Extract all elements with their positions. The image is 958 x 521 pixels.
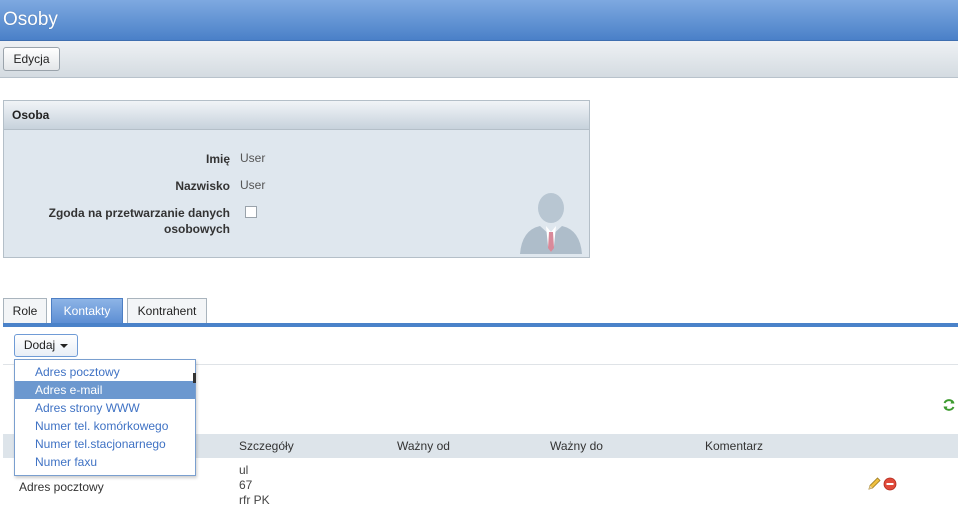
page-title: Osoby <box>3 9 58 30</box>
column-header-valid-to[interactable]: Ważny do <box>550 439 603 453</box>
tab-role[interactable]: Role <box>3 298 47 324</box>
contact-type-cell: Adres pocztowy <box>19 480 104 494</box>
first-name-label: Imię <box>205 152 230 166</box>
pencil-edit-icon[interactable] <box>867 477 881 491</box>
consent-label-line2: osobowych <box>163 222 230 236</box>
toolbar: Edycja <box>0 41 958 78</box>
person-panel: Osoba Imię User Nazwisko User Zgoda na p… <box>3 100 590 258</box>
refresh-icon[interactable] <box>942 398 956 412</box>
tab-contractor[interactable]: Kontrahent <box>127 298 207 324</box>
menu-item-landline-phone[interactable]: Numer tel.stacjonarnego <box>15 435 195 453</box>
consent-checkbox[interactable] <box>245 206 257 218</box>
last-name-value: User <box>240 178 266 192</box>
title-bar: Osoby <box>0 0 958 41</box>
tabs-divider <box>3 323 958 327</box>
menu-item-email-address[interactable]: Adres e-mail <box>15 381 195 399</box>
edit-button[interactable]: Edycja <box>3 47 60 71</box>
consent-label: Zgoda na przetwarzanie danych osobowych <box>4 205 230 237</box>
add-contact-menu: Adres pocztowy Adres e-mail Adres strony… <box>14 359 196 476</box>
column-header-comment[interactable]: Komentarz <box>705 439 763 453</box>
add-contact-button[interactable]: Dodaj <box>14 334 78 357</box>
consent-label-line1: Zgoda na przetwarzanie danych <box>48 206 230 220</box>
contact-details-cell: ul 67 rfr PK <box>239 463 270 508</box>
menu-item-mobile-phone[interactable]: Numer tel. komórkowego <box>15 417 195 435</box>
delete-icon[interactable] <box>883 477 897 491</box>
menu-item-fax[interactable]: Numer faxu <box>15 453 195 471</box>
first-name-value: User <box>240 151 266 165</box>
column-header-valid-from[interactable]: Ważny od <box>397 439 450 453</box>
details-line: rfr PK <box>239 493 270 507</box>
details-line: ul <box>239 463 249 477</box>
person-panel-header: Osoba <box>4 101 589 130</box>
caret-down-icon <box>60 343 69 348</box>
menu-item-postal-address[interactable]: Adres pocztowy <box>15 363 195 381</box>
add-contact-label: Dodaj <box>23 338 56 352</box>
details-line: 67 <box>239 478 253 492</box>
tab-contacts[interactable]: Kontakty <box>51 298 123 324</box>
menu-scroll-marker <box>193 373 196 383</box>
menu-item-website[interactable]: Adres strony WWW <box>15 399 195 417</box>
person-avatar-icon <box>520 193 582 254</box>
last-name-label: Nazwisko <box>175 179 230 193</box>
column-header-details[interactable]: Szczegóły <box>239 439 294 453</box>
